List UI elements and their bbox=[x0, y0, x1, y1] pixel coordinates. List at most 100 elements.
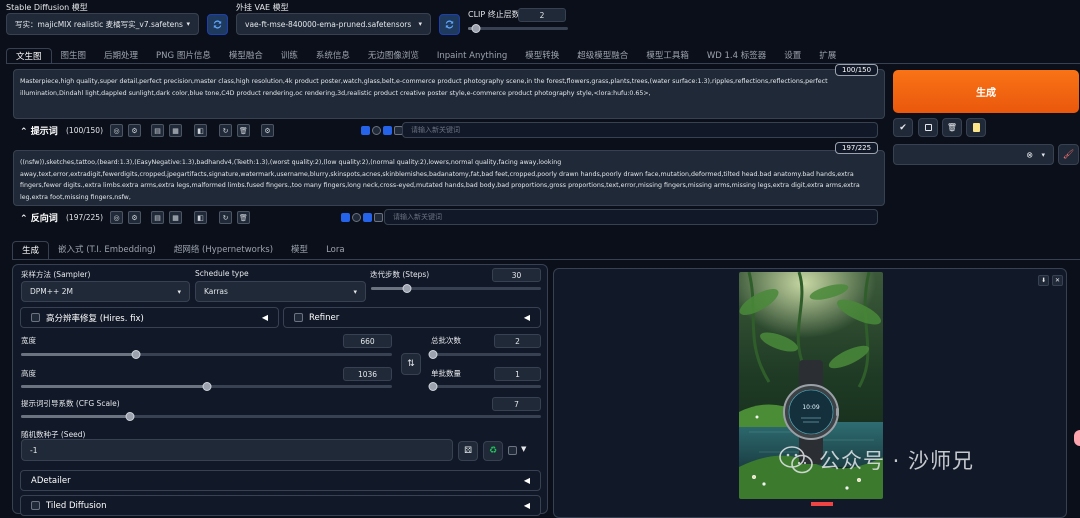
settings-icon[interactable]: ⚙ bbox=[128, 124, 141, 137]
negative-checkbox-2[interactable] bbox=[363, 213, 372, 222]
negative-checkbox-1[interactable] bbox=[341, 213, 350, 222]
sampler-select[interactable]: DPM++ 2M ▾ bbox=[21, 281, 190, 302]
trash-icon[interactable]: 🗑 bbox=[237, 211, 250, 224]
close-icon[interactable]: ✕ bbox=[1052, 275, 1063, 286]
trash-icon[interactable]: 🗑 bbox=[942, 118, 962, 137]
batch-count-slider[interactable] bbox=[428, 350, 541, 359]
refresh-icon[interactable]: ↻ bbox=[219, 211, 232, 224]
hires-fix-accordion[interactable]: 高分辨率修复 (Hires. fix) ◀ bbox=[20, 307, 279, 328]
subtab-model[interactable]: 模型 bbox=[282, 241, 317, 260]
tab-model-toolkit[interactable]: 模型工具箱 bbox=[637, 48, 698, 64]
swap-dimensions-button[interactable]: ⇅ bbox=[401, 353, 421, 375]
clip-input[interactable]: 2 bbox=[518, 8, 566, 22]
copy-icon[interactable]: ▤ bbox=[151, 124, 164, 137]
refresh-model-button[interactable] bbox=[207, 14, 228, 35]
prompt-textarea[interactable]: Masterpiece,high quality,super detail,pe… bbox=[13, 69, 885, 119]
negative-toggle[interactable]: ⌃ 反向词 bbox=[20, 211, 58, 224]
hires-checkbox[interactable] bbox=[31, 313, 40, 322]
check-icon[interactable]: ✔ bbox=[893, 118, 913, 137]
subtab-lora[interactable]: Lora bbox=[317, 241, 354, 260]
width-input[interactable]: 660 bbox=[343, 334, 392, 348]
refresh-vae-button[interactable] bbox=[439, 14, 460, 35]
chevron-down-icon: ▾ bbox=[177, 287, 181, 296]
tab-wd-tagger[interactable]: WD 1.4 标签器 bbox=[698, 48, 775, 64]
vae-select[interactable]: vae-ft-mse-840000-ema-pruned.safetensors… bbox=[236, 13, 431, 35]
tab-img2img[interactable]: 图生图 bbox=[52, 48, 96, 64]
settings-icon[interactable]: ⚙ bbox=[128, 211, 141, 224]
tab-inpaint-anything[interactable]: Inpaint Anything bbox=[428, 48, 516, 64]
svg-text:10:09: 10:09 bbox=[802, 404, 819, 411]
tab-png-info[interactable]: PNG 图片信息 bbox=[147, 48, 220, 64]
clear-icon[interactable]: ⊗ bbox=[1026, 150, 1033, 159]
prompt-clock-icon[interactable] bbox=[372, 126, 381, 135]
styles-select[interactable]: ⊗ ▾ bbox=[893, 144, 1054, 165]
subtab-hypernetworks[interactable]: 超网络 (Hypernetworks) bbox=[165, 241, 282, 260]
swap-icon: ⇅ bbox=[407, 359, 415, 369]
prompt-toggle[interactable]: ⌃ 提示词 bbox=[20, 124, 58, 137]
gear-icon[interactable]: ⚙ bbox=[261, 124, 274, 137]
tab-txt2img[interactable]: 文生图 bbox=[6, 48, 52, 64]
dice-icon[interactable]: ⚄ bbox=[458, 441, 478, 461]
schedule-select[interactable]: Karras ▾ bbox=[195, 281, 366, 302]
refiner-label: Refiner bbox=[309, 312, 340, 323]
stop-icon[interactable] bbox=[918, 118, 938, 137]
negative-keyword-input[interactable]: 请输入新关键词 bbox=[384, 209, 878, 225]
hires-label: 高分辨率修复 (Hires. fix) bbox=[46, 313, 144, 324]
refiner-accordion[interactable]: Refiner ◀ bbox=[283, 307, 541, 328]
seed-input[interactable]: -1 bbox=[21, 439, 453, 461]
history-icon[interactable]: ◧ bbox=[194, 211, 207, 224]
steps-input[interactable]: 30 bbox=[492, 268, 541, 282]
expand-down-icon[interactable]: ▼ bbox=[521, 445, 526, 453]
batch-count-input[interactable]: 2 bbox=[494, 334, 541, 348]
tab-extras[interactable]: 后期处理 bbox=[95, 48, 147, 64]
model-select[interactable]: 写实：majicMIX realistic 麦橘写实_v7.safetens ▾ bbox=[6, 13, 199, 35]
chevron-down-icon: ▾ bbox=[418, 20, 422, 28]
copy-icon[interactable]: ▤ bbox=[151, 211, 164, 224]
tab-settings[interactable]: 设置 bbox=[775, 48, 810, 64]
tab-train[interactable]: 训练 bbox=[272, 48, 307, 64]
prompt-checkbox-1[interactable] bbox=[361, 126, 370, 135]
scroll-to-top-button[interactable] bbox=[1074, 430, 1080, 446]
negative-clock-icon[interactable] bbox=[352, 213, 361, 222]
history-icon[interactable]: ◧ bbox=[194, 124, 207, 137]
subtab-generate[interactable]: 生成 bbox=[12, 241, 50, 260]
width-slider[interactable] bbox=[21, 350, 392, 359]
clip-slider[interactable] bbox=[468, 24, 568, 33]
cfg-slider[interactable] bbox=[21, 412, 541, 421]
tab-super-merge[interactable]: 超级模型融合 bbox=[568, 48, 637, 64]
vae-select-value: vae-ft-mse-840000-ema-pruned.safetensors bbox=[245, 19, 412, 29]
trash-icon[interactable]: 🗑 bbox=[237, 124, 250, 137]
download-icon[interactable]: ⬇ bbox=[1038, 275, 1049, 286]
globe-icon[interactable]: ◎ bbox=[110, 211, 123, 224]
extra-seed-checkbox[interactable] bbox=[508, 446, 517, 455]
globe-icon[interactable]: ◎ bbox=[110, 124, 123, 137]
height-slider[interactable] bbox=[21, 382, 392, 391]
negative-checkbox-3[interactable] bbox=[374, 213, 383, 222]
recycle-icon[interactable]: ♻ bbox=[483, 441, 503, 461]
brush-icon[interactable]: 🖌 bbox=[1058, 144, 1079, 165]
chevron-down-icon: ▾ bbox=[186, 20, 190, 28]
tab-extensions[interactable]: 扩展 bbox=[810, 48, 845, 64]
cfg-input[interactable]: 7 bbox=[492, 397, 541, 411]
refresh-icon bbox=[213, 20, 222, 29]
refiner-checkbox[interactable] bbox=[294, 313, 303, 322]
tab-image-browser[interactable]: 无边图像浏览 bbox=[359, 48, 428, 64]
paste-icon[interactable]: ▦ bbox=[169, 211, 182, 224]
generate-button[interactable]: 生成 bbox=[893, 70, 1079, 113]
negative-prompt-textarea[interactable]: ((nsfw)),sketches,tattoo,(beard:1.3),(Ea… bbox=[13, 150, 885, 206]
batch-size-input[interactable]: 1 bbox=[494, 367, 541, 381]
prompt-checkbox-2[interactable] bbox=[383, 126, 392, 135]
refresh-icon[interactable]: ↻ bbox=[219, 124, 232, 137]
tab-model-convert[interactable]: 模型转换 bbox=[516, 48, 568, 64]
height-input[interactable]: 1036 bbox=[343, 367, 392, 381]
clipboard-icon[interactable] bbox=[966, 118, 986, 137]
prompt-token-counter: 100/150 bbox=[835, 64, 879, 76]
tab-system-info[interactable]: 系统信息 bbox=[307, 48, 359, 64]
tab-merge[interactable]: 模型融合 bbox=[220, 48, 272, 64]
batch-size-slider[interactable] bbox=[428, 382, 541, 391]
adetailer-accordion[interactable]: ADetailer ◀ bbox=[20, 470, 541, 491]
subtab-embedding[interactable]: 嵌入式 (T.I. Embedding) bbox=[49, 241, 165, 260]
steps-slider[interactable] bbox=[371, 284, 541, 293]
prompt-keyword-input[interactable]: 请输入新关键词 bbox=[402, 122, 878, 138]
paste-icon[interactable]: ▦ bbox=[169, 124, 182, 137]
